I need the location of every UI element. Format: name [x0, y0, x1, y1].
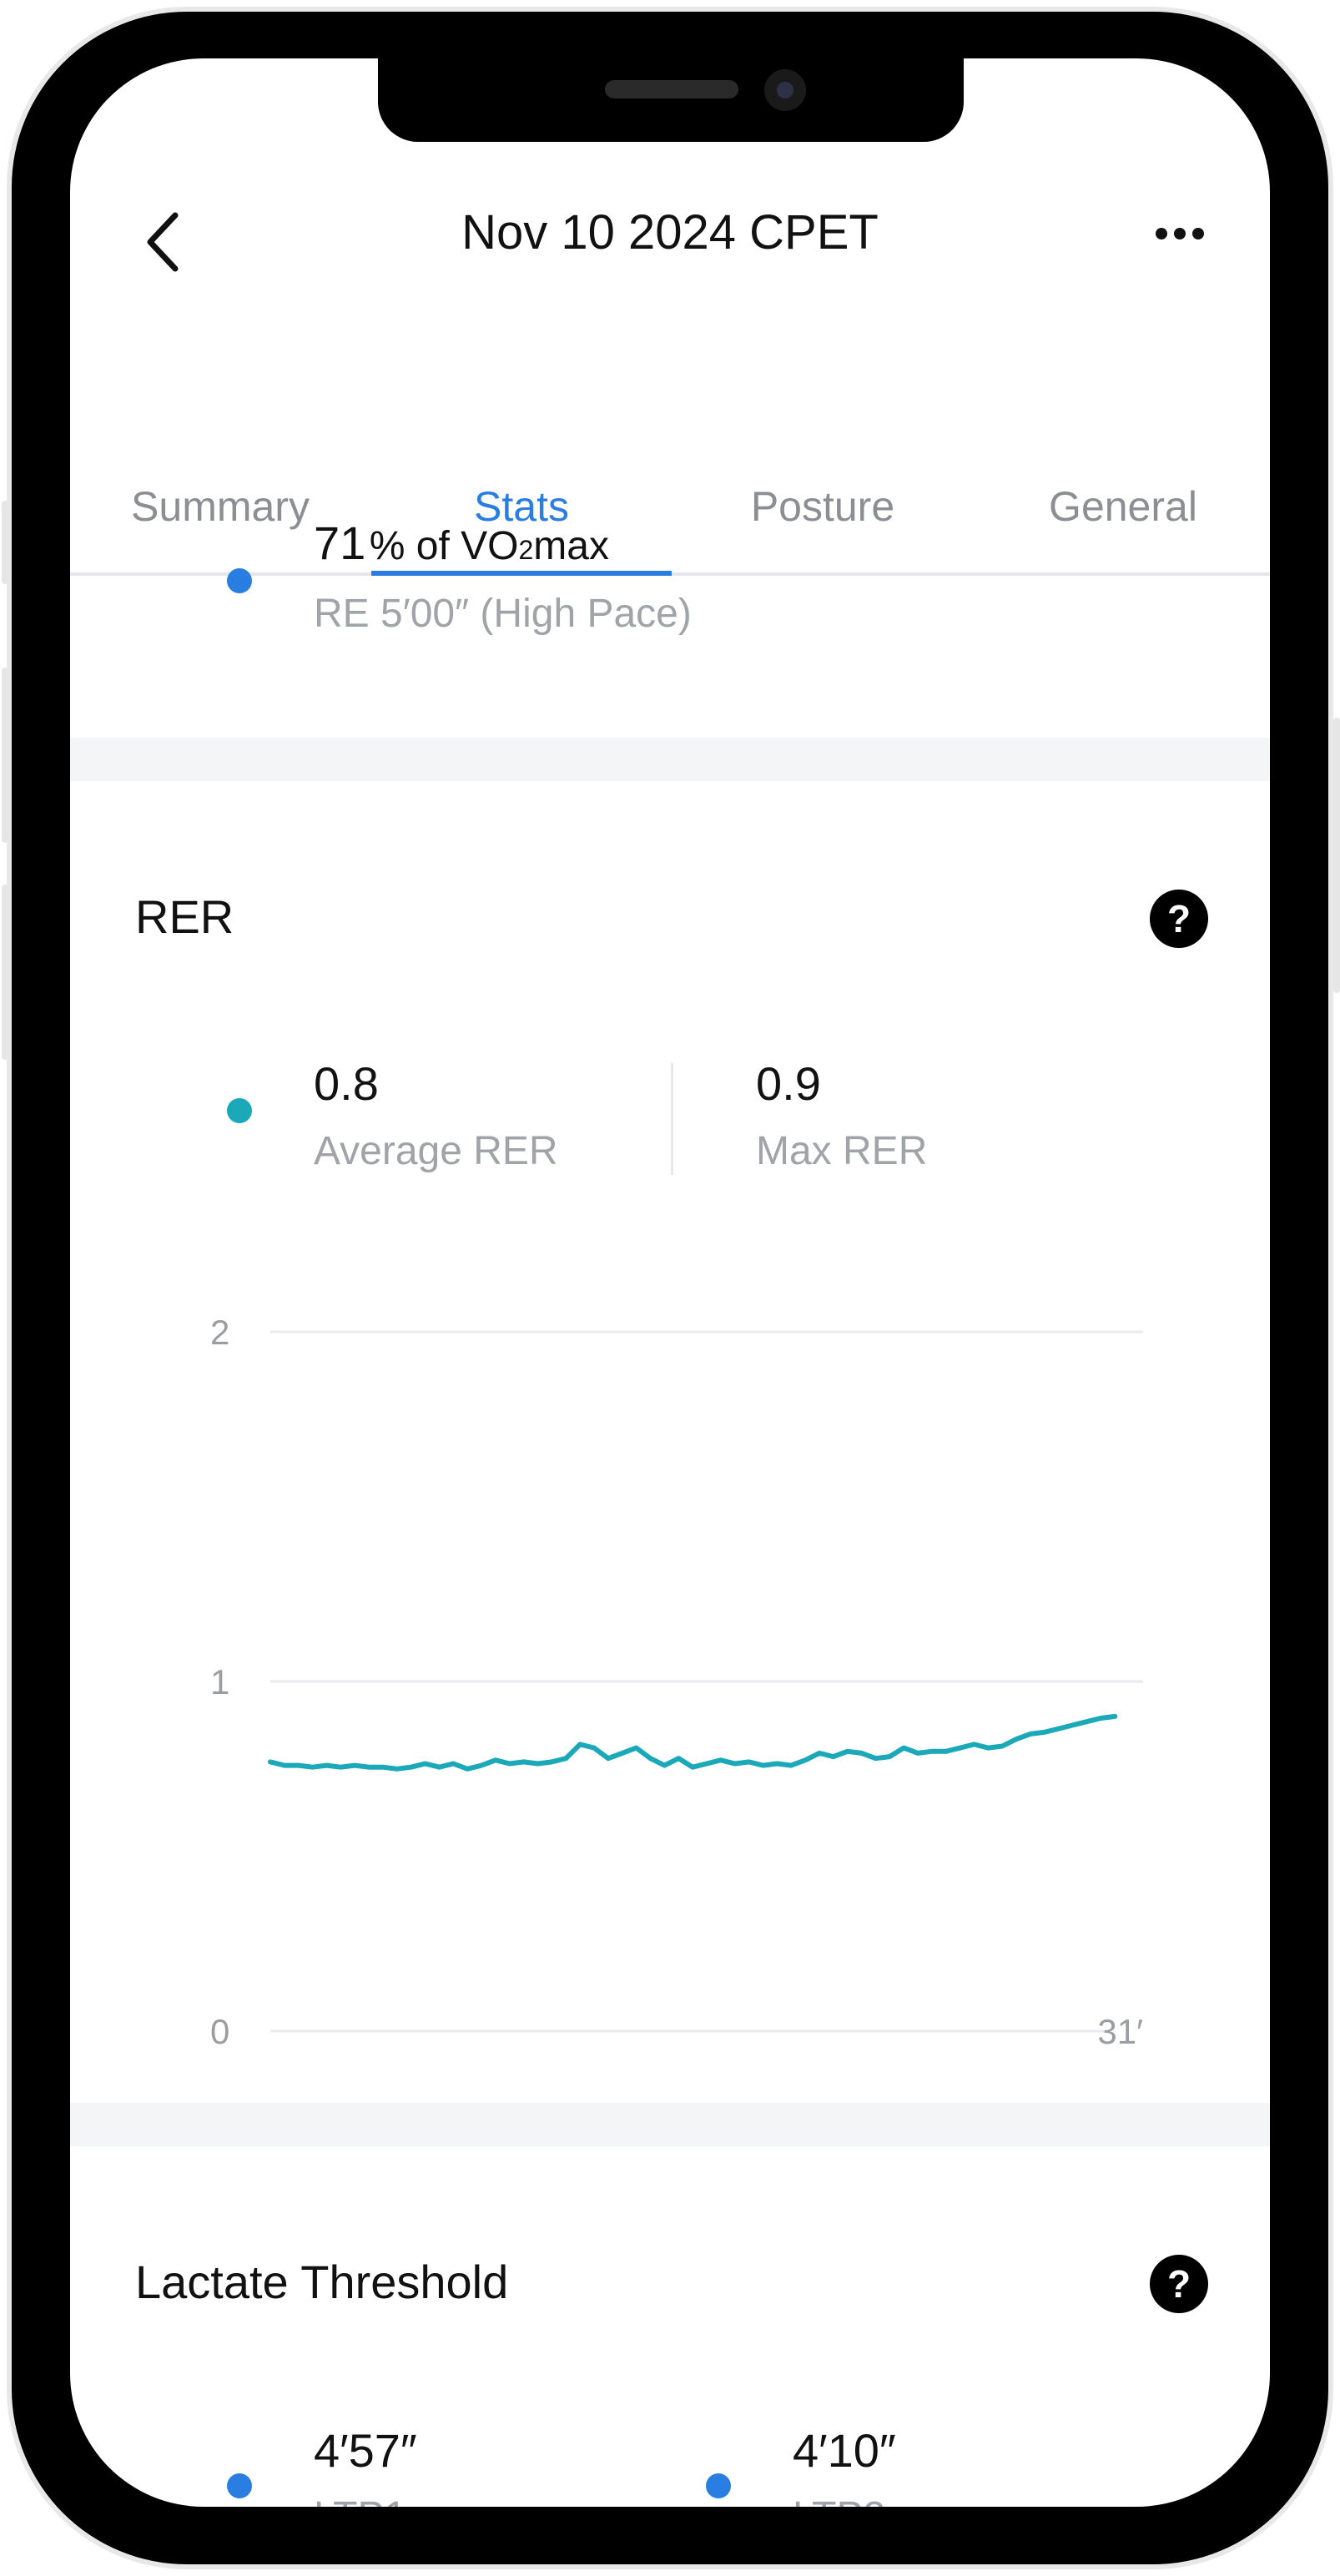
phone-notch — [378, 58, 964, 142]
rer-average-label: Average RER — [314, 1129, 558, 1173]
y-tick-label: 0 — [210, 2012, 229, 2051]
lactate-section-title: Lactate Threshold — [135, 2256, 509, 2308]
section-divider — [70, 738, 1270, 781]
vo2-value: 71 — [314, 517, 366, 569]
y-tick-label: 1 — [210, 1662, 229, 1701]
ltp1-label: LTP1 — [314, 2493, 406, 2507]
rer-dot — [227, 1098, 252, 1123]
side-button — [2, 668, 8, 843]
more-button[interactable] — [1146, 217, 1213, 250]
ltp2-dot — [706, 2473, 731, 2498]
lactate-help-icon[interactable]: ? — [1150, 2255, 1208, 2313]
x-end-label: 31′ — [1097, 2012, 1143, 2051]
ltp2-label: LTP2 — [793, 2493, 885, 2507]
stats-separator — [671, 1063, 673, 1175]
rer-max-label: Max RER — [756, 1129, 928, 1173]
tab-posture[interactable]: Posture — [673, 482, 973, 531]
section-divider — [70, 2103, 1270, 2146]
tab-general[interactable]: General — [973, 482, 1270, 531]
tab-bar: Summary Stats Posture General — [70, 457, 1270, 576]
front-camera-icon — [764, 69, 806, 111]
app-screen: Nov 10 2024 CPET Summary Stats Posture G… — [70, 58, 1270, 2507]
page-title: Nov 10 2024 CPET — [461, 205, 879, 260]
rer-help-icon[interactable]: ? — [1150, 890, 1208, 948]
rer-max-value: 0.9 — [756, 1057, 821, 1110]
side-button — [2, 501, 8, 584]
vo2-value-row: 71 % of VO2max — [314, 516, 609, 570]
side-button — [1333, 718, 1340, 993]
speaker-grille — [605, 80, 738, 98]
y-tick-label: 2 — [210, 1313, 229, 1352]
ellipsis-icon — [1156, 228, 1204, 239]
ltp1-dot — [227, 2473, 252, 2498]
ltp2-value: 4′10″ — [793, 2424, 896, 2477]
ltp1-value: 4′57″ — [314, 2424, 417, 2477]
rer-series-line — [268, 1713, 1118, 1772]
active-tab-indicator — [371, 571, 672, 576]
vo2-dot — [227, 568, 252, 593]
vo2-label: RE 5′00″ (High Pace) — [314, 592, 692, 636]
rer-average-value: 0.8 — [314, 1057, 379, 1110]
vo2-unit: % of VO2max — [369, 524, 609, 568]
rer-section-title: RER — [135, 890, 234, 943]
side-button — [2, 885, 8, 1060]
rer-chart: 2 1 0 31′ — [210, 1313, 1143, 2051]
